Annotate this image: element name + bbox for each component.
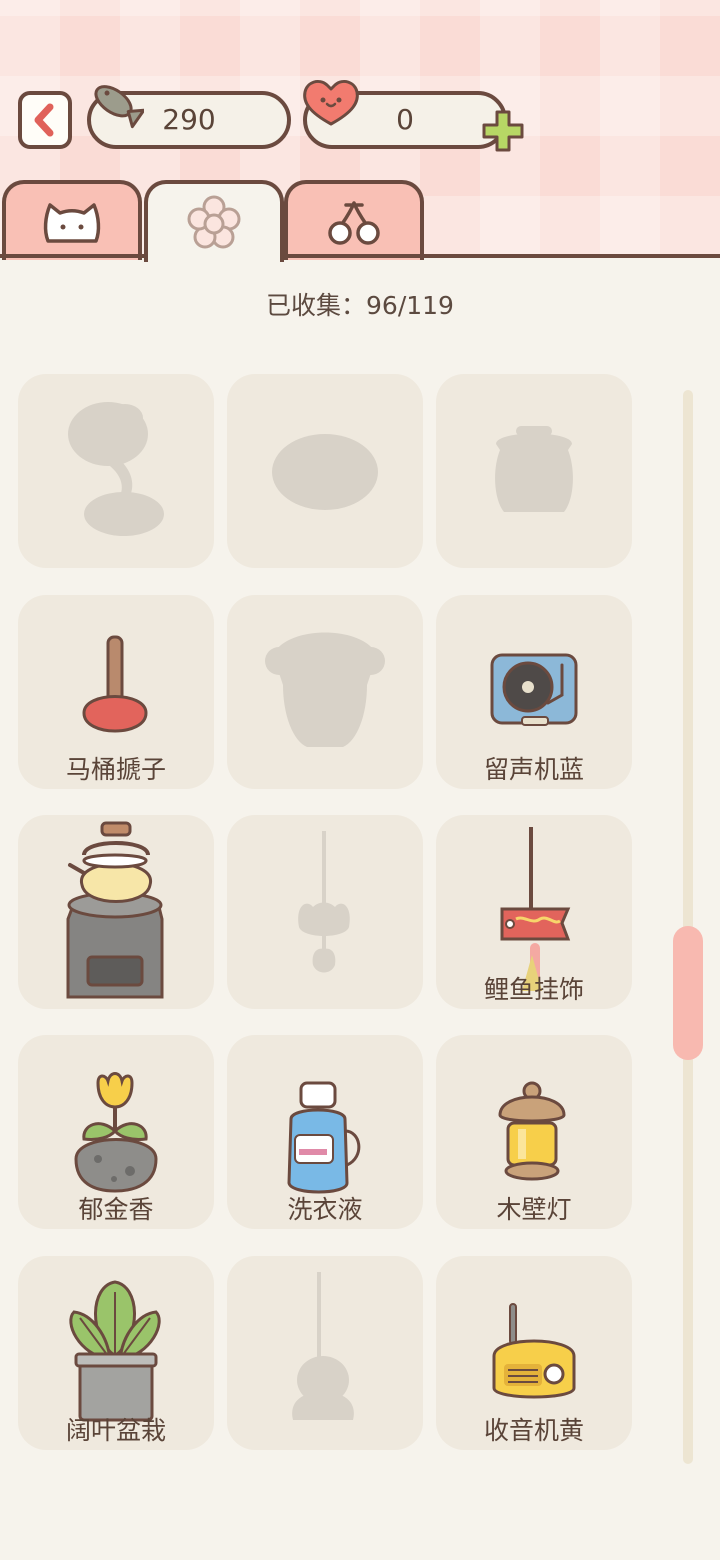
hanging-charm-silhouette-icon	[292, 1272, 354, 1420]
pot-silhouette-icon	[495, 426, 573, 512]
heart-count: 0	[396, 103, 414, 136]
item-cell-1[interactable]	[18, 374, 214, 568]
scrollbar-thumb[interactable]	[673, 926, 703, 1060]
cushion-silhouette-icon	[272, 434, 378, 510]
cat-face-icon	[43, 203, 101, 243]
item-cell-2[interactable]	[227, 374, 423, 568]
item-cell-12[interactable]: 木壁灯	[436, 1035, 632, 1229]
tab-food[interactable]	[284, 180, 424, 260]
heart-icon	[303, 80, 359, 126]
back-button[interactable]	[18, 91, 72, 149]
tab-furniture[interactable]	[144, 180, 284, 262]
item-cell-8[interactable]	[227, 815, 423, 1009]
tab-divider	[0, 254, 720, 258]
item-cell-7[interactable]	[18, 815, 214, 1009]
chevron-left-icon	[34, 103, 54, 137]
item-cell-6[interactable]: 留声机蓝	[436, 595, 632, 789]
armchair-silhouette-icon	[265, 632, 385, 747]
wind-chime-silhouette-icon	[298, 831, 350, 973]
item-cell-15[interactable]: 收音机黄	[436, 1256, 632, 1450]
item-cell-14[interactable]	[227, 1256, 423, 1450]
cherry-icon	[328, 201, 380, 245]
item-cell-13[interactable]: 阔叶盆栽	[18, 1256, 214, 1450]
item-cell-3[interactable]	[436, 374, 632, 568]
add-plus-icon[interactable]	[480, 108, 526, 154]
kettle-stove-icon	[66, 821, 164, 999]
desk-lamp-silhouette-icon	[68, 402, 164, 536]
item-cell-4[interactable]: 马桶搋子	[18, 595, 214, 789]
item-cell-11[interactable]: 洗衣液	[227, 1035, 423, 1229]
fish-count: 290	[162, 103, 216, 136]
tab-cats[interactable]	[2, 180, 142, 260]
fish-icon	[94, 85, 144, 129]
collected-count: 已收集：96/119	[266, 291, 454, 320]
item-cell-5[interactable]	[227, 595, 423, 789]
item-cell-9[interactable]: 鲤鱼挂饰	[436, 815, 632, 1009]
item-cell-10[interactable]: 郁金香	[18, 1035, 214, 1229]
flower-icon	[187, 195, 241, 249]
